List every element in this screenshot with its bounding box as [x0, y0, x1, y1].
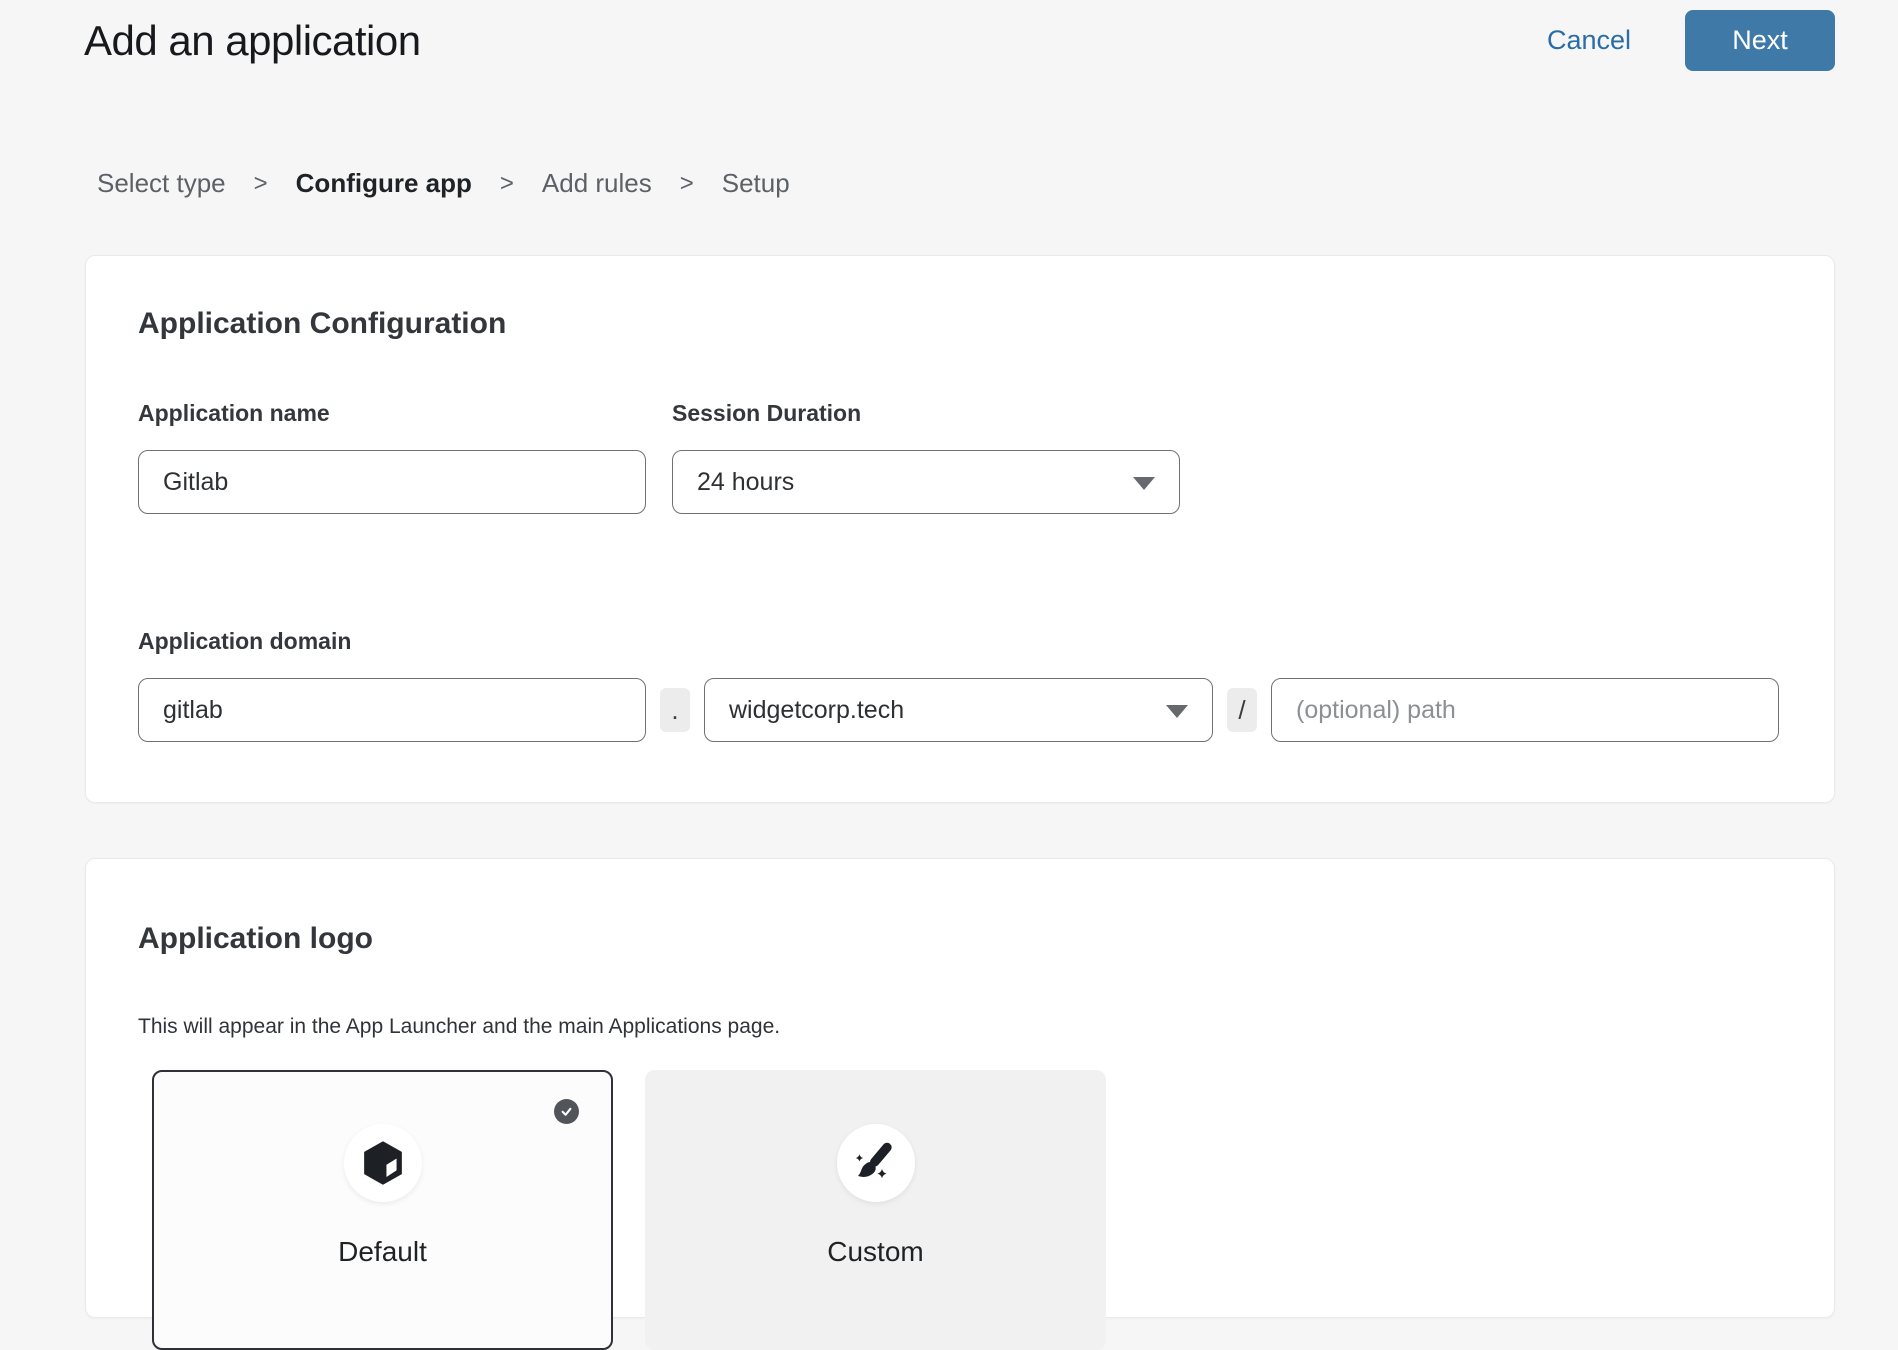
application-configuration-title: Application Configuration [138, 306, 1782, 342]
custom-logo-circle [837, 1124, 915, 1202]
logo-options-row: Default Custom [152, 1070, 1782, 1350]
name-session-row: Application name Session Duration 24 hou… [138, 400, 1782, 514]
session-duration-label: Session Duration [672, 400, 1180, 427]
breadcrumb-step-configure-app[interactable]: Configure app [296, 168, 472, 199]
session-duration-select[interactable]: 24 hours [672, 450, 1180, 514]
breadcrumb-step-setup[interactable]: Setup [722, 168, 790, 199]
next-button[interactable]: Next [1685, 10, 1835, 71]
application-logo-description: This will appear in the App Launcher and… [138, 1015, 1782, 1039]
check-icon [559, 1104, 574, 1119]
logo-option-label: Custom [647, 1236, 1104, 1268]
domain-select-value: widgetcorp.tech [729, 696, 904, 725]
logo-option-default[interactable]: Default [152, 1070, 613, 1350]
selected-check-badge [554, 1099, 579, 1124]
session-duration-value: 24 hours [697, 468, 794, 497]
application-configuration-card: Application Configuration Application na… [85, 255, 1835, 803]
subdomain-input[interactable] [138, 678, 646, 742]
dot-separator: . [660, 688, 690, 732]
breadcrumb: Select type > Configure app > Add rules … [97, 168, 790, 199]
application-domain-field-group: Application domain . widgetcorp.tech / [138, 628, 1782, 742]
application-domain-label: Application domain [138, 628, 1782, 655]
application-logo-card: Application logo This will appear in the… [85, 858, 1835, 1318]
path-input[interactable] [1271, 678, 1779, 742]
default-logo-circle [344, 1124, 422, 1202]
page-header: Add an application Cancel Next [84, 10, 1835, 71]
breadcrumb-step-add-rules[interactable]: Add rules [542, 168, 652, 199]
breadcrumb-separator: > [680, 170, 694, 198]
chevron-down-icon [1133, 477, 1155, 490]
breadcrumb-step-select-type[interactable]: Select type [97, 168, 226, 199]
application-logo-title: Application logo [138, 921, 1782, 957]
application-name-input[interactable] [138, 450, 646, 514]
chevron-down-icon [1166, 705, 1188, 718]
application-domain-row: . widgetcorp.tech / [138, 678, 1782, 742]
slash-separator: / [1227, 688, 1257, 732]
cancel-button[interactable]: Cancel [1541, 24, 1637, 57]
paintbrush-icon [853, 1140, 899, 1186]
session-duration-field-group: Session Duration 24 hours [672, 400, 1180, 514]
logo-option-label: Default [154, 1236, 611, 1268]
logo-option-custom[interactable]: Custom [645, 1070, 1106, 1350]
page-title: Add an application [84, 11, 421, 71]
header-actions: Cancel Next [1541, 10, 1835, 71]
breadcrumb-separator: > [500, 170, 514, 198]
cube-icon [360, 1140, 406, 1186]
breadcrumb-separator: > [254, 170, 268, 198]
domain-select[interactable]: widgetcorp.tech [704, 678, 1213, 742]
application-name-label: Application name [138, 400, 646, 427]
application-name-field-group: Application name [138, 400, 646, 514]
